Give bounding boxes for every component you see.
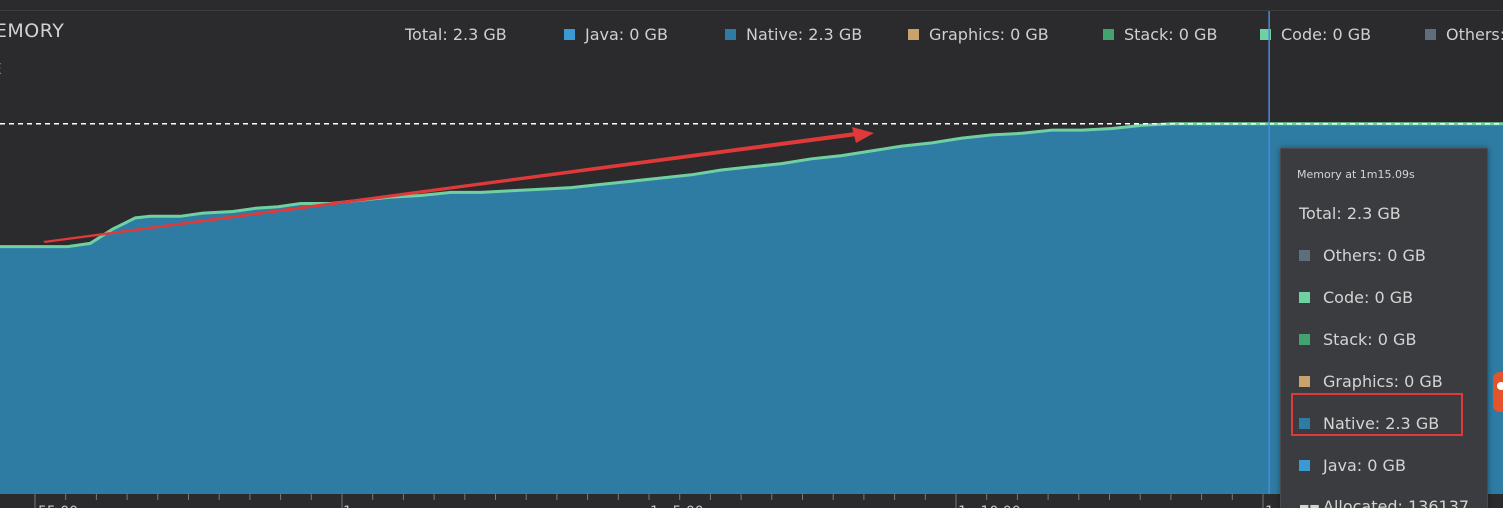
stack-swatch-icon xyxy=(1299,334,1310,345)
tooltip-allocated-label: Allocated: 136137 xyxy=(1323,497,1470,508)
marker-dot-icon xyxy=(1497,382,1503,390)
memory-chart[interactable]: 55.00s1m1m5.00s1m10.00s1m15.00s xyxy=(0,0,1503,508)
native-area xyxy=(0,123,1503,494)
annotation-arrow-head xyxy=(852,127,874,143)
others-swatch-icon xyxy=(1299,250,1310,261)
time-axis-label: 1m xyxy=(343,504,366,508)
tooltip-row-java: Java: 0 GB xyxy=(1299,456,1406,475)
time-axis-label: 55.00s xyxy=(38,504,85,508)
code-swatch-icon xyxy=(1299,292,1310,303)
feedback-marker-icon[interactable] xyxy=(1493,372,1503,412)
time-axis-label: 1m5.00s xyxy=(650,504,711,508)
tooltip-java-label: Java: 0 GB xyxy=(1323,456,1406,475)
memory-tooltip: Memory at 1m15.09s Total: 2.3 GB Others:… xyxy=(1280,148,1488,508)
native-highlight-box xyxy=(1291,393,1463,436)
tooltip-row-stack: Stack: 0 GB xyxy=(1299,330,1416,349)
memory-profiler: MEMORY E Total: 2.3 GB Java: 0 GB Native… xyxy=(0,0,1503,508)
tooltip-row-allocated: ■■Allocated: 136137 xyxy=(1299,497,1469,508)
tooltip-row-others: Others: 0 GB xyxy=(1299,246,1426,265)
tooltip-graphics-label: Graphics: 0 GB xyxy=(1323,372,1443,391)
tooltip-row-code: Code: 0 GB xyxy=(1299,288,1413,307)
tooltip-code-label: Code: 0 GB xyxy=(1323,288,1414,307)
tooltip-others-label: Others: 0 GB xyxy=(1323,246,1426,265)
tooltip-stack-label: Stack: 0 GB xyxy=(1323,330,1417,349)
tooltip-total: Total: 2.3 GB xyxy=(1299,204,1401,223)
allocated-dashes-icon: ■■ xyxy=(1299,502,1320,508)
time-axis-label: 1m10.00s xyxy=(958,504,1028,508)
java-swatch-icon xyxy=(1299,460,1310,471)
graphics-swatch-icon xyxy=(1299,376,1310,387)
tooltip-header: Memory at 1m15.09s xyxy=(1297,168,1415,181)
tooltip-row-graphics: Graphics: 0 GB xyxy=(1299,372,1443,391)
